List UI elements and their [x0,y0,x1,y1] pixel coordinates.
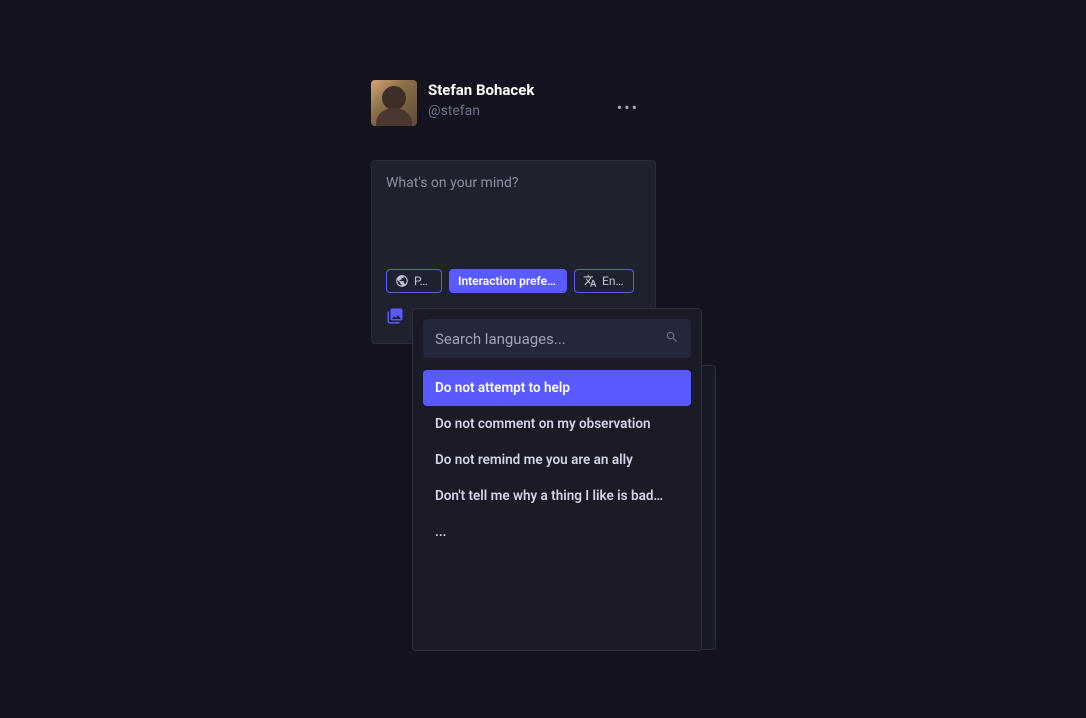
search-icon [665,329,679,348]
compose-textarea[interactable]: What's on your mind? [386,175,641,261]
option-list: Do not attempt to help Do not comment on… [423,370,691,550]
dropdown-spacer [423,550,691,640]
translate-icon [583,274,597,288]
language-label: En… [602,274,623,288]
more-options-button[interactable]: ••• [617,98,639,117]
pill-row: P… Interaction prefe… En… [386,269,641,293]
option-item[interactable]: Do not remind me you are an ally [423,442,691,478]
search-box[interactable]: Search languages... [423,319,691,358]
media-icon[interactable] [386,307,404,329]
user-info: Stefan Bohacek @stefan [428,80,534,119]
compose-header: Stefan Bohacek @stefan ••• [371,80,701,126]
display-name: Stefan Bohacek [428,81,534,99]
option-item[interactable]: Don't tell me why a thing I like is bad… [423,478,691,514]
option-item[interactable]: ... [423,514,691,550]
option-item[interactable]: Do not attempt to help [423,370,691,406]
language-dropdown: Search languages... Do not attempt to he… [412,308,702,651]
search-input[interactable]: Search languages... [435,330,566,348]
privacy-label: P… [414,274,428,288]
privacy-pill[interactable]: P… [386,269,442,293]
option-item[interactable]: Do not comment on my observation [423,406,691,442]
globe-icon [395,274,409,288]
interaction-pill[interactable]: Interaction prefe… [449,269,567,293]
compose-container: Stefan Bohacek @stefan ••• What's on you… [371,80,701,344]
user-handle: @stefan [428,103,534,119]
language-pill[interactable]: En… [574,269,634,293]
interaction-label: Interaction prefe… [458,274,556,288]
avatar[interactable] [371,80,417,126]
